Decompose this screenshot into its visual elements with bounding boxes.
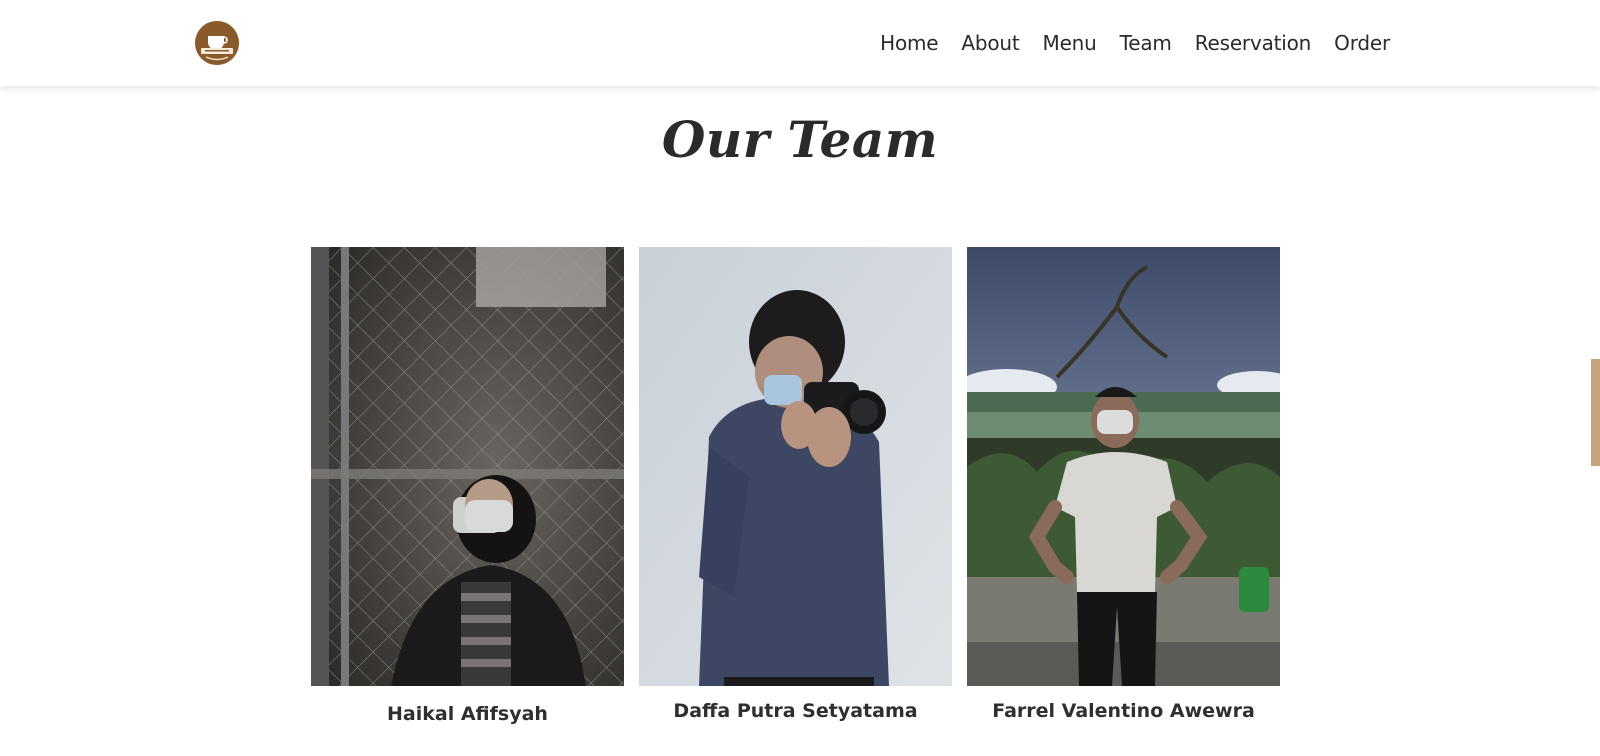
navbar: Home About Menu Team Reservation Order <box>0 0 1600 86</box>
nav-team[interactable]: Team <box>1120 31 1172 55</box>
nav-links: Home About Menu Team Reservation Order <box>857 0 1390 86</box>
team-card: Daffa Putra Setyatama <box>639 247 952 722</box>
coffee-cup-icon <box>195 21 239 65</box>
side-scroll-tab[interactable] <box>1591 359 1600 466</box>
logo[interactable] <box>195 21 239 65</box>
nav-reservation[interactable]: Reservation <box>1195 31 1312 55</box>
nav-order[interactable]: Order <box>1334 31 1390 55</box>
team-member-name: Farrel Valentino Awewra <box>992 700 1255 722</box>
team-member-name: Haikal Afifsyah <box>387 703 548 725</box>
nav-home[interactable]: Home <box>880 31 938 55</box>
team-card: Haikal Afifsyah <box>311 247 624 725</box>
team-photo <box>311 247 624 686</box>
team-photo <box>639 247 952 686</box>
team-member-name: Daffa Putra Setyatama <box>673 700 918 722</box>
team-photo <box>967 247 1280 686</box>
team-card: Farrel Valentino Awewra <box>967 247 1280 722</box>
nav-menu[interactable]: Menu <box>1043 31 1097 55</box>
section-title: Our Team <box>661 110 939 169</box>
nav-about[interactable]: About <box>961 31 1019 55</box>
